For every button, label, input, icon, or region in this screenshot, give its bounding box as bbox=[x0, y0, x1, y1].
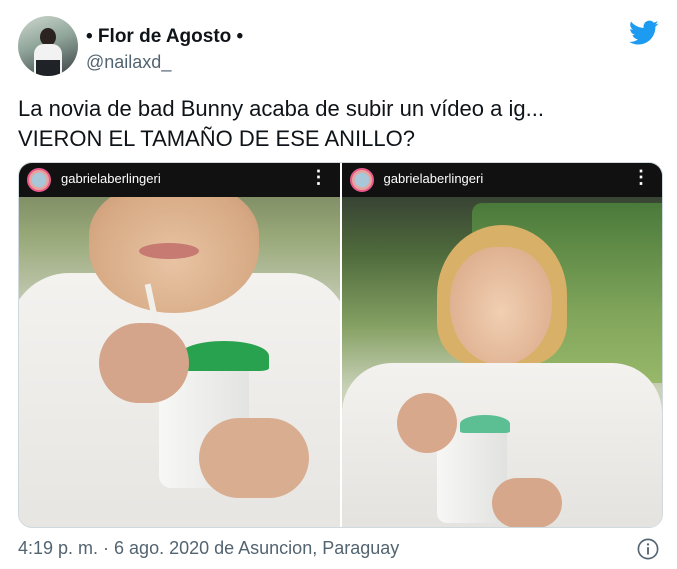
author-display-name[interactable]: • Flor de Agosto • bbox=[86, 26, 243, 48]
media-photo[interactable]: gabrielaberlingeri ⋮ bbox=[19, 163, 340, 527]
tweet-text-line: VIERON EL TAMAÑO DE ESE ANILLO? bbox=[18, 126, 415, 151]
photo-hand bbox=[491, 478, 562, 527]
tweet-header: • Flor de Agosto • @nailaxd_ bbox=[18, 14, 659, 80]
photo-lips bbox=[139, 243, 199, 259]
author-handle[interactable]: @nailaxd_ bbox=[86, 52, 171, 73]
instagram-username: gabrielaberlingeri bbox=[61, 171, 161, 186]
instagram-avatar bbox=[349, 168, 374, 192]
photo-cocktail-umbrella bbox=[179, 341, 269, 371]
info-icon[interactable] bbox=[637, 538, 659, 560]
avatar-skirt bbox=[36, 60, 60, 76]
tweet-footer: 4:19 p. m. · 6 ago. 2020 de Asuncion, Pa… bbox=[18, 538, 659, 562]
media-grid: gabrielaberlingeri ⋮ gabrielaberlingeri … bbox=[18, 162, 663, 528]
photo-hand bbox=[396, 393, 457, 453]
photo-face bbox=[449, 247, 552, 365]
twitter-bird-icon[interactable] bbox=[629, 20, 659, 46]
instagram-story-bar: gabrielaberlingeri ⋮ bbox=[341, 163, 662, 197]
photo-hand bbox=[199, 418, 309, 498]
tweet-timestamp[interactable]: 4:19 p. m. · 6 ago. 2020 de Asuncion, Pa… bbox=[18, 538, 399, 559]
instagram-avatar bbox=[27, 168, 51, 192]
photo-hand bbox=[99, 323, 189, 403]
more-vertical-icon: ⋮ bbox=[309, 167, 328, 187]
photo-cocktail-umbrella bbox=[459, 415, 510, 433]
avatar[interactable] bbox=[18, 16, 78, 76]
tweet-text: La novia de bad Bunny acaba de subir un … bbox=[18, 94, 658, 154]
tweet-card: • Flor de Agosto • @nailaxd_ La novia de… bbox=[0, 0, 677, 569]
instagram-story-bar: gabrielaberlingeri ⋮ bbox=[19, 163, 340, 197]
instagram-username: gabrielaberlingeri bbox=[383, 171, 484, 186]
media-photo[interactable]: gabrielaberlingeri ⋮ bbox=[341, 163, 662, 527]
more-vertical-icon: ⋮ bbox=[632, 167, 650, 187]
tweet-text-line: La novia de bad Bunny acaba de subir un … bbox=[18, 96, 544, 121]
